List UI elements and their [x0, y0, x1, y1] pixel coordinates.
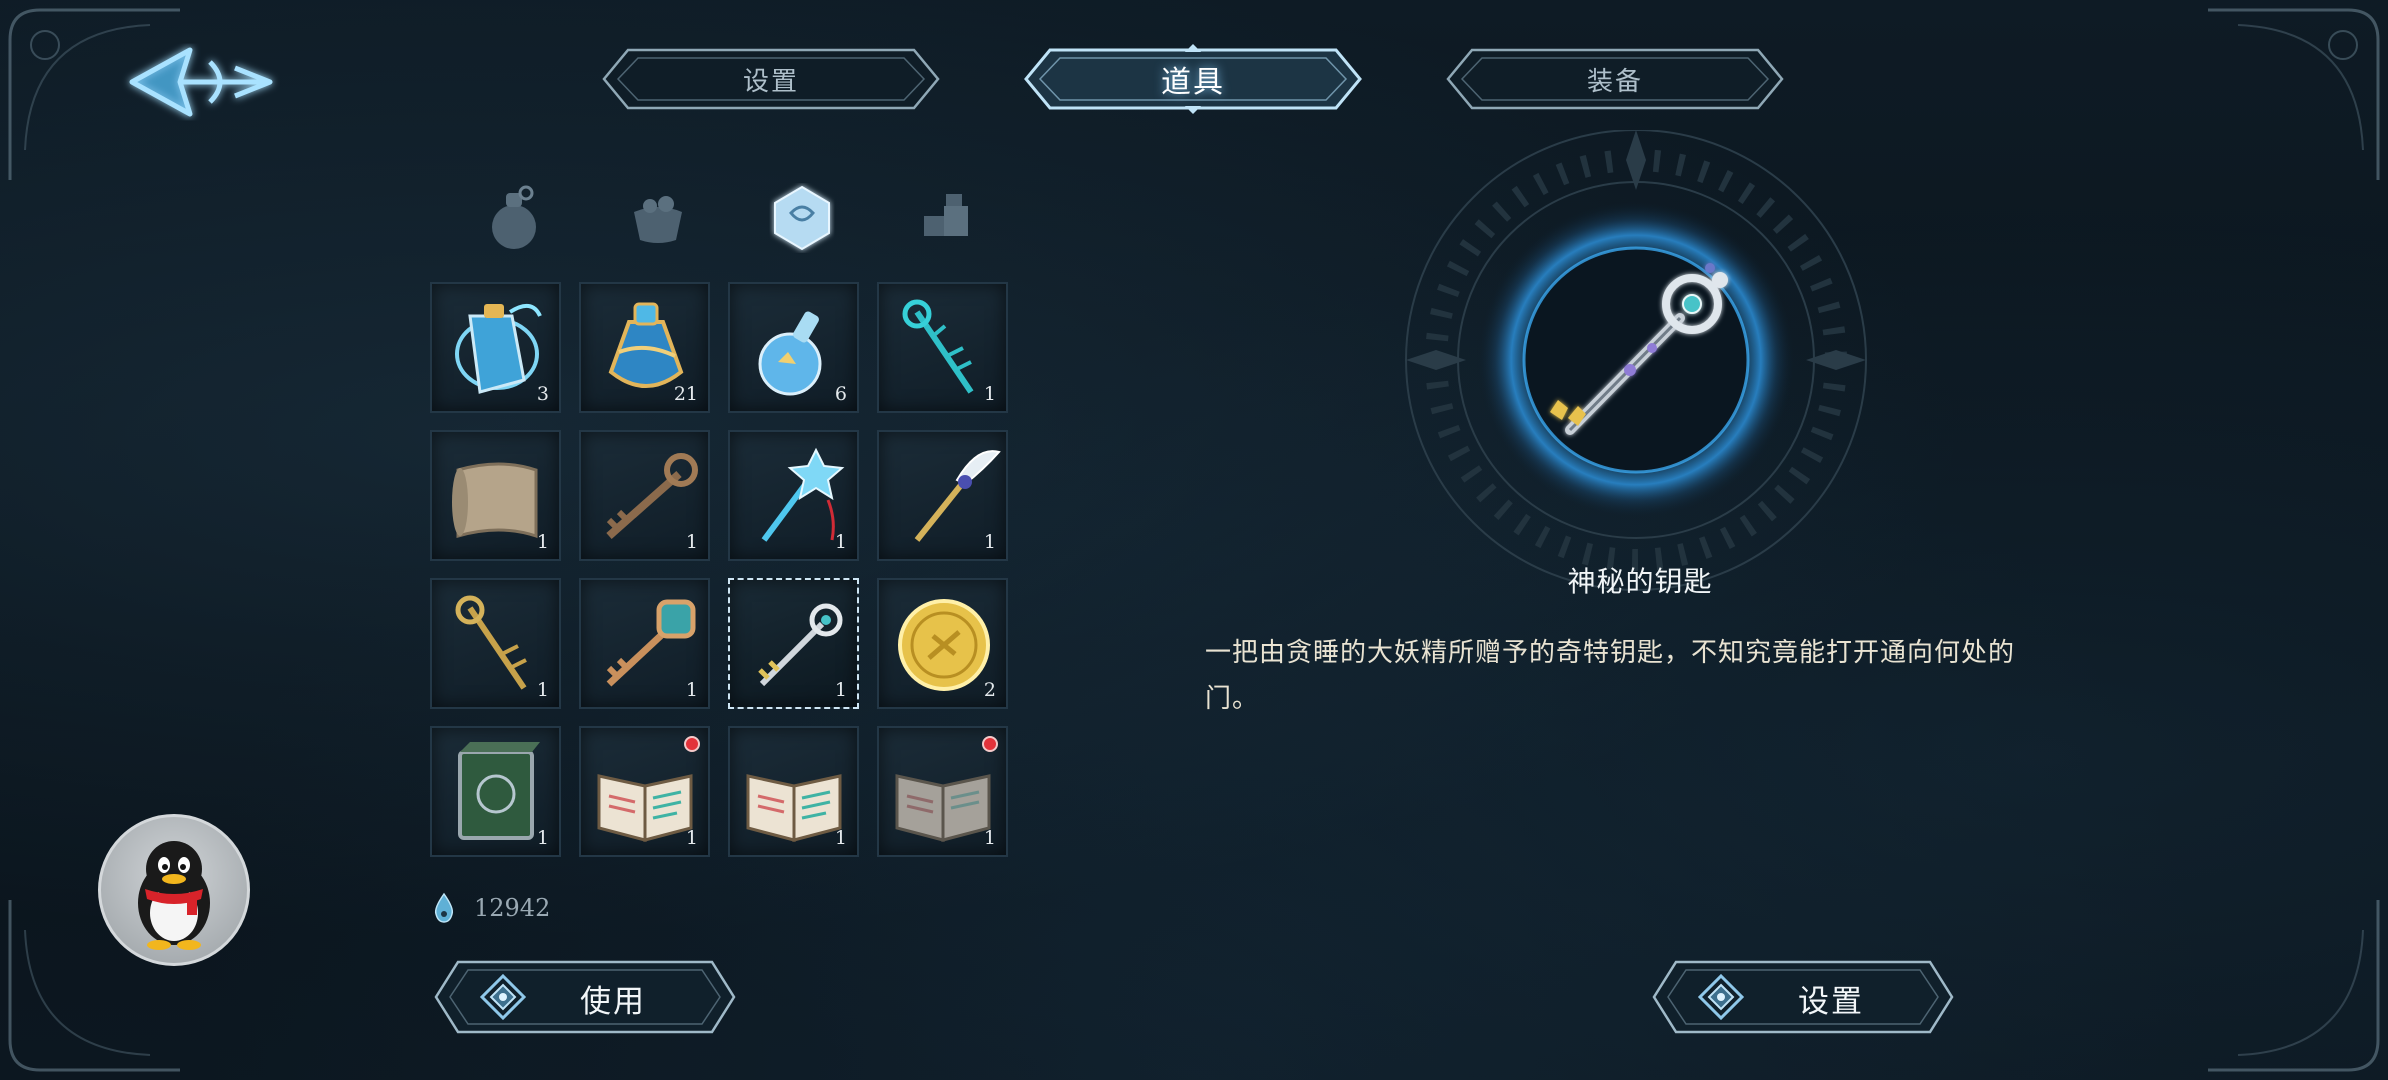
category-materials[interactable]	[906, 178, 986, 258]
inventory-slot[interactable]: 3	[430, 282, 561, 413]
inventory-slot[interactable]: 1	[877, 726, 1008, 857]
item-count: 1	[685, 531, 698, 553]
item-count: 6	[834, 383, 847, 405]
rune-emblem-icon	[480, 974, 526, 1020]
settings-button[interactable]: 设置	[1648, 956, 1958, 1038]
inventory-slot[interactable]: 21	[579, 282, 710, 413]
penguin-icon	[138, 841, 210, 950]
category-potions[interactable]	[474, 178, 554, 258]
new-badge	[982, 736, 998, 752]
inventory-grid: 3 21 6 1 1 1 1 1 1 1 1 2 1 1 1 1	[430, 282, 1008, 857]
use-button-label: 使用	[580, 984, 646, 1020]
corner-ornament	[2208, 900, 2380, 1072]
back-arrow-icon	[129, 47, 273, 117]
tab-settings[interactable]: 设置	[598, 44, 944, 114]
settings-button-label: 设置	[1798, 984, 1864, 1020]
inventory-slot[interactable]: 1	[430, 578, 561, 709]
rune-emblem-icon	[1698, 974, 1744, 1020]
inventory-slot[interactable]: 1	[877, 282, 1008, 413]
inventory-slot[interactable]: 1	[430, 430, 561, 561]
new-badge	[684, 736, 700, 752]
item-count: 1	[834, 827, 847, 849]
tab-label: 设置	[742, 66, 799, 97]
item-count: 1	[983, 531, 996, 553]
tab-equipment[interactable]: 装备	[1442, 44, 1788, 114]
food-basket-icon	[634, 196, 682, 243]
use-button[interactable]: 使用	[430, 956, 740, 1038]
item-count: 1	[536, 827, 549, 849]
inventory-slot[interactable]: 6	[728, 282, 859, 413]
tab-label: 道具	[1161, 65, 1225, 100]
inventory-slot[interactable]: 1	[728, 578, 859, 709]
item-emblem	[1405, 130, 1867, 591]
inventory-slot[interactable]: 1	[430, 726, 561, 857]
item-count: 1	[685, 827, 698, 849]
materials-icon	[924, 194, 968, 236]
item-count: 3	[536, 383, 549, 405]
category-food[interactable]	[618, 178, 698, 258]
tab-items[interactable]: 道具	[1020, 44, 1366, 114]
item-count: 21	[673, 383, 698, 405]
item-description: 一把由贪睡的大妖精所赠予的奇特钥匙，不知究竟能打开通向何处的门。	[1205, 638, 2016, 714]
back-button[interactable]	[120, 32, 280, 132]
category-crystals[interactable]	[762, 178, 842, 258]
inventory-slot[interactable]: 1	[579, 726, 710, 857]
qq-avatar-button[interactable]	[98, 814, 250, 966]
item-count: 1	[983, 827, 996, 849]
inventory-slot[interactable]: 1	[579, 430, 710, 561]
inventory-slot[interactable]: 1	[579, 578, 710, 709]
inventory-slot[interactable]: 1	[728, 430, 859, 561]
potion-bag-icon	[492, 185, 536, 249]
corner-ornament	[2208, 8, 2380, 180]
tab-label: 装备	[1586, 66, 1643, 97]
item-count: 1	[983, 383, 996, 405]
item-count: 1	[834, 679, 847, 701]
inventory-screen: 设置 道具 装备 3 21 6 1 1 1 1 1 1 1 1 2 1 1 1 …	[0, 0, 2388, 1080]
inventory-slot[interactable]: 2	[877, 578, 1008, 709]
inventory-slot[interactable]: 1	[877, 430, 1008, 561]
item-name: 神秘的钥匙	[1567, 565, 1713, 598]
crystal-gem-icon	[774, 185, 830, 251]
item-count: 1	[536, 531, 549, 553]
currency-value: 12942	[474, 894, 551, 922]
item-count: 1	[685, 679, 698, 701]
currency-display: 12942	[432, 892, 550, 924]
water-drop-icon	[434, 892, 454, 923]
inventory-slot[interactable]: 1	[728, 726, 859, 857]
item-count: 1	[834, 531, 847, 553]
item-count: 1	[536, 679, 549, 701]
item-count: 2	[983, 679, 996, 701]
